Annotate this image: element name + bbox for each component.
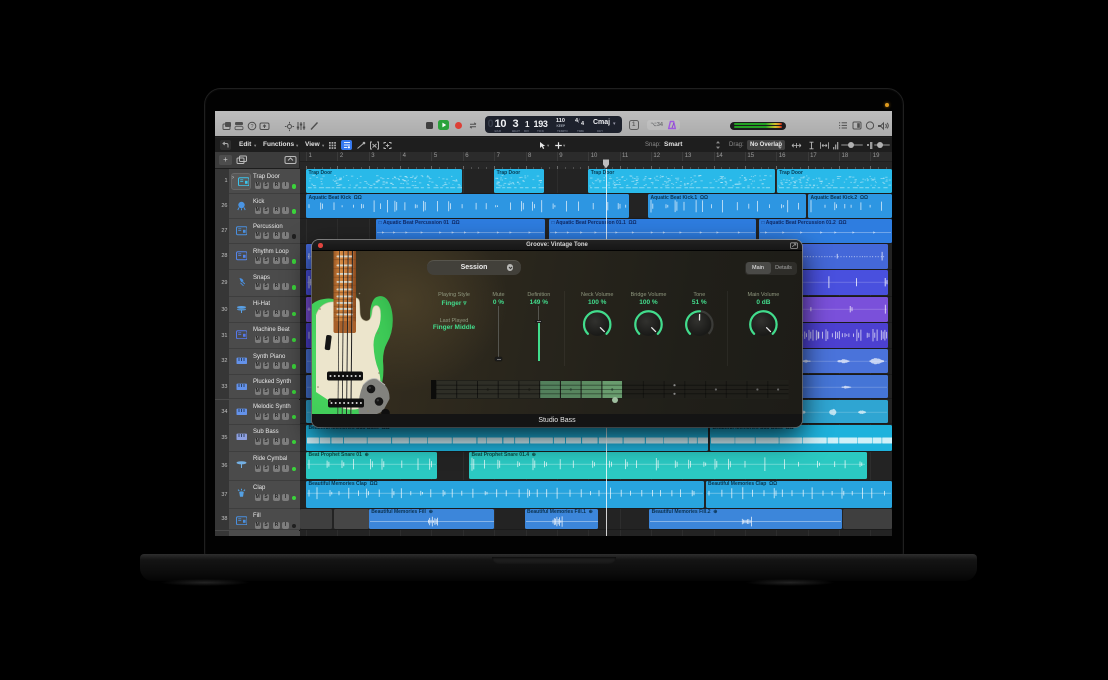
- svg-text:?: ?: [250, 124, 253, 130]
